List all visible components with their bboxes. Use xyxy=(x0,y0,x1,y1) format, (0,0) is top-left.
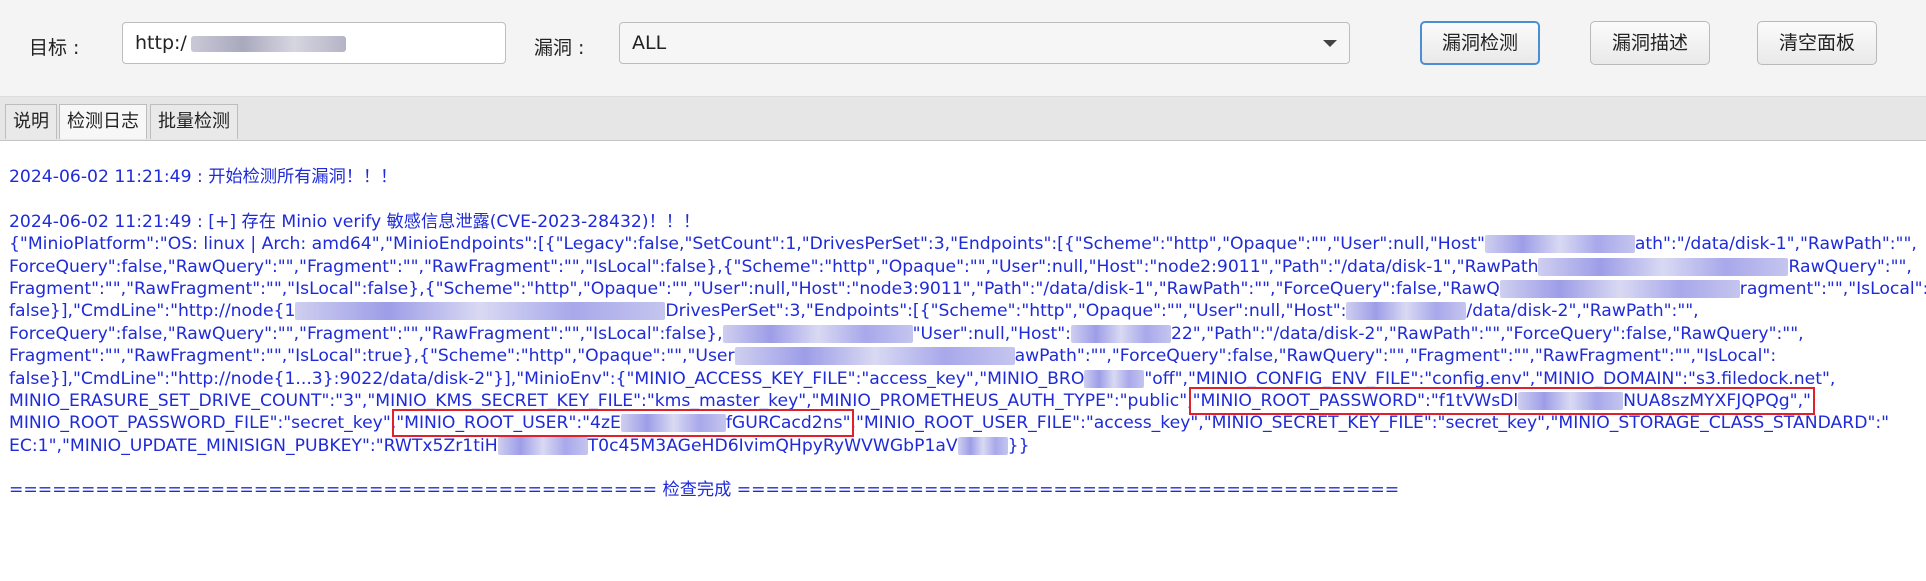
redacted-url-part xyxy=(190,35,346,52)
log-line: false}],"CmdLine":"http://node{1...3}:90… xyxy=(9,368,1914,390)
toolbar: 目标 : http:/ 漏洞 : ALL 漏洞检测 漏洞描述 清空面板 xyxy=(0,0,1926,97)
log-text: DrivesPerSet":3,"Endpoints":[{"Scheme":"… xyxy=(665,301,1347,322)
tab-detection-log[interactable]: 检测日志 xyxy=(59,104,147,139)
log-text: 22","Path":"/data/disk-2","RawPath":"","… xyxy=(1170,323,1804,344)
root-password-highlight: "MINIO_ROOT_PASSWORD":"f1tVWsDl NUA8szMYX… xyxy=(1188,386,1815,415)
log-text: awPath":"","ForceQuery":false,"RawQuery"… xyxy=(1014,346,1777,367)
log-line: Fragment":"","RawFragment":"","IsLocal":… xyxy=(9,278,1926,300)
log-text: false}],"CmdLine":"http://node{1...3}:90… xyxy=(9,368,1085,389)
log-text: "MINIO_ROOT_USER":"4zE xyxy=(396,413,621,434)
redacted-text xyxy=(722,324,913,343)
log-text: ragment":"","IsLocal": xyxy=(1739,278,1926,299)
target-label: 目标 : xyxy=(29,37,80,59)
log-text: MINIO_ERASURE_SET_DRIVE_COUNT":"3","MINI… xyxy=(9,390,1193,411)
log-text: EC:1","MINIO_UPDATE_MINISIGN_PUBKEY":"RW… xyxy=(9,435,498,456)
redacted-text xyxy=(1084,369,1145,388)
log-text: /data/disk-2","RawPath":"", xyxy=(1466,301,1699,322)
clear-panel-button[interactable]: 清空面板 xyxy=(1757,21,1877,65)
redacted-text xyxy=(1484,235,1635,254)
log-text: ForceQuery":false,"RawQuery":"","Fragmen… xyxy=(9,256,1539,277)
log-line: MINIO_ERASURE_SET_DRIVE_COUNT":"3","MINI… xyxy=(9,386,1914,415)
redacted-text xyxy=(1499,279,1740,298)
redacted-text xyxy=(734,347,1015,366)
log-text: "off","MINIO_CONFIG_ENV_FILE":"config.en… xyxy=(1144,368,1836,389)
log-text: MINIO_ROOT_PASSWORD_FILE":"secret_key", xyxy=(9,413,397,434)
redacted-text xyxy=(620,414,726,433)
log-text: fGURCacd2ns" xyxy=(725,413,851,434)
tab-batch-detect[interactable]: 批量检测 xyxy=(150,104,238,139)
detect-vuln-button[interactable]: 漏洞检测 xyxy=(1420,21,1540,65)
redacted-text xyxy=(497,436,588,455)
redacted-text xyxy=(1538,257,1789,276)
redacted-text xyxy=(1346,302,1467,321)
tab-bar: 说明 检测日志 批量检测 xyxy=(0,97,1926,141)
redacted-text xyxy=(957,436,1008,455)
vuln-select[interactable]: ALL xyxy=(619,22,1350,64)
log-text: ,"MINIO_ROOT_USER_FILE":"access_key","MI… xyxy=(850,413,1890,434)
log-line: Fragment":"","RawFragment":"","IsLocal":… xyxy=(9,345,1914,367)
detection-log-panel: 2024-06-02 11:21:49 : 开始检测所有漏洞！！！ 2024-0… xyxy=(9,166,1926,502)
log-line: 2024-06-02 11:21:49 : [+] 存在 Minio verif… xyxy=(9,211,701,232)
log-text: Fragment":"","RawFragment":"","IsLocal":… xyxy=(9,346,735,367)
log-text: Fragment":"","RawFragment":"","IsLocal":… xyxy=(9,278,1500,299)
log-line: ForceQuery":false,"RawQuery":"","Fragmen… xyxy=(9,323,1914,345)
log-line: ========================================… xyxy=(9,480,1400,501)
log-line: ForceQuery":false,"RawQuery":"","Fragmen… xyxy=(9,256,1914,278)
redacted-text xyxy=(1518,391,1624,410)
tab-readme[interactable]: 说明 xyxy=(5,104,57,139)
redacted-text xyxy=(1070,324,1171,343)
redacted-text xyxy=(295,302,666,321)
vuln-select-value: ALL xyxy=(632,32,667,54)
log-line: {"MinioPlatform":"OS: linux | Arch: amd6… xyxy=(9,233,1917,255)
root-user-highlight: "MINIO_ROOT_USER":"4zE fGURCacd2ns" xyxy=(392,409,855,438)
target-url-value: http:/ xyxy=(135,32,187,54)
log-text: ForceQuery":false,"RawQuery":"","Fragmen… xyxy=(9,323,723,344)
log-text: "MINIO_ROOT_PASSWORD":"f1tVWsDl xyxy=(1192,390,1519,411)
log-text: ath":"/data/disk-1","RawPath":"", xyxy=(1634,234,1917,255)
log-line: EC:1","MINIO_UPDATE_MINISIGN_PUBKEY":"RW… xyxy=(9,435,1914,457)
log-line: MINIO_ROOT_PASSWORD_FILE":"secret_key","… xyxy=(9,409,1914,438)
log-line: 2024-06-02 11:21:49 : 开始检测所有漏洞！！！ xyxy=(9,167,398,187)
log-line: false}],"CmdLine":"http://node{1 DrivesPe… xyxy=(9,300,1914,322)
log-text: NUA8szMYXFJQPQg"," xyxy=(1623,390,1811,411)
vuln-label: 漏洞 : xyxy=(534,37,585,59)
log-text: false}],"CmdLine":"http://node{1 xyxy=(9,301,296,322)
log-text: T0c45M3AGeHD6IvimQHpyRyWVWGbP1aV xyxy=(587,435,958,456)
target-url-input[interactable]: http:/ xyxy=(122,22,506,64)
describe-vuln-button[interactable]: 漏洞描述 xyxy=(1590,21,1710,65)
log-text: {"MinioPlatform":"OS: linux | Arch: amd6… xyxy=(9,234,1485,255)
log-text: RawQuery":"", xyxy=(1788,256,1912,277)
log-text: }} xyxy=(1007,435,1030,456)
log-text: "User":null,"Host": xyxy=(912,323,1071,344)
chevron-down-icon xyxy=(1323,40,1337,47)
